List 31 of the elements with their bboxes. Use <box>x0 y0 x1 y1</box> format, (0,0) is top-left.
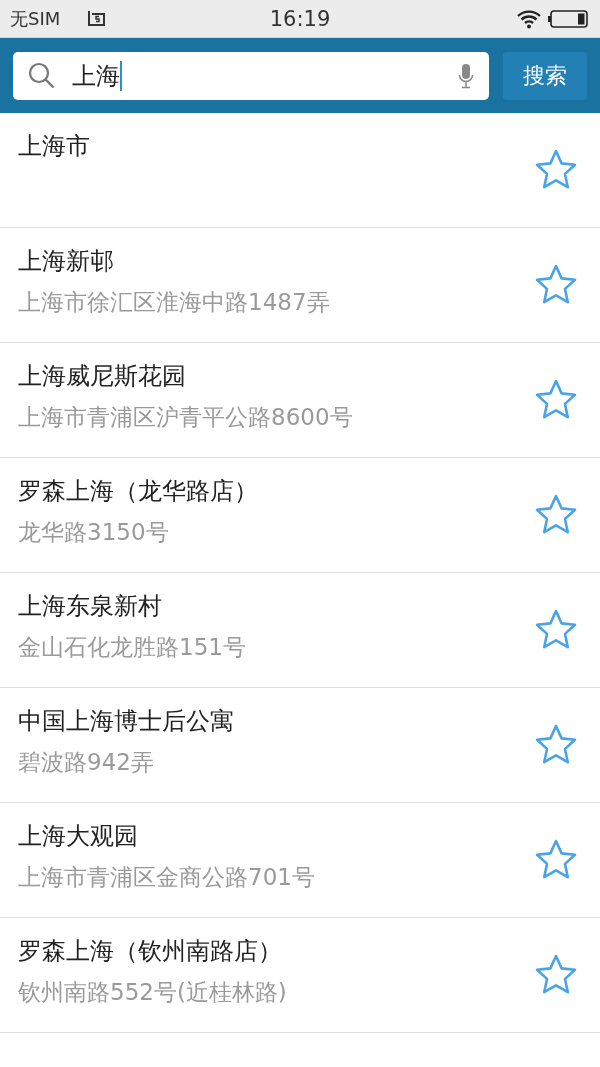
result-row[interactable]: 上海大观园 上海市青浦区金商公路701号 <box>0 803 600 918</box>
wifi-icon <box>516 8 542 29</box>
result-row[interactable]: 罗森上海（钦州南路店） 钦州南路552号(近桂林路) <box>0 918 600 1033</box>
place-name: 中国上海博士后公寓 <box>18 706 234 737</box>
search-button[interactable]: 搜索 <box>503 51 587 100</box>
place-address: 上海市徐汇区淮海中路1487弄 <box>18 288 330 317</box>
place-name: 上海威尼斯花园 <box>18 361 186 392</box>
carrier-label: 无SIM <box>10 6 61 31</box>
place-name: 上海东泉新村 <box>18 591 162 622</box>
place-address: 上海市青浦区金商公路701号 <box>18 863 315 892</box>
place-name: 上海市 <box>18 131 90 162</box>
result-row[interactable]: 上海东泉新村 金山石化龙胜路151号 <box>0 573 600 688</box>
place-address: 上海市青浦区沪青平公路8600号 <box>18 403 353 432</box>
result-row[interactable]: 罗森上海（龙华路店） 龙华路3150号 <box>0 458 600 573</box>
place-address: 钦州南路552号(近桂林路) <box>18 978 287 1007</box>
search-field[interactable]: 上海 <box>13 51 489 100</box>
search-icon <box>28 61 56 90</box>
clock-time: 16:19 <box>268 6 332 31</box>
result-row[interactable]: 上海威尼斯花园 上海市青浦区沪青平公路8600号 <box>0 343 600 458</box>
result-row[interactable]: 上海市 <box>0 113 600 228</box>
microphone-icon[interactable] <box>458 62 474 89</box>
battery-icon <box>548 8 590 29</box>
place-name: 罗森上海（钦州南路店） <box>18 936 282 967</box>
place-name: 上海大观园 <box>18 821 138 852</box>
result-row[interactable]: 中国上海博士后公寓 碧波路942弄 <box>0 688 600 803</box>
place-address: 龙华路3150号 <box>18 518 169 547</box>
result-row[interactable]: 上海新邨 上海市徐汇区淮海中路1487弄 <box>0 228 600 343</box>
place-address: 金山石化龙胜路151号 <box>18 633 246 662</box>
place-name: 罗森上海（龙华路店） <box>18 476 258 507</box>
place-address: 碧波路942弄 <box>18 748 154 777</box>
place-name: 上海新邨 <box>18 246 114 277</box>
